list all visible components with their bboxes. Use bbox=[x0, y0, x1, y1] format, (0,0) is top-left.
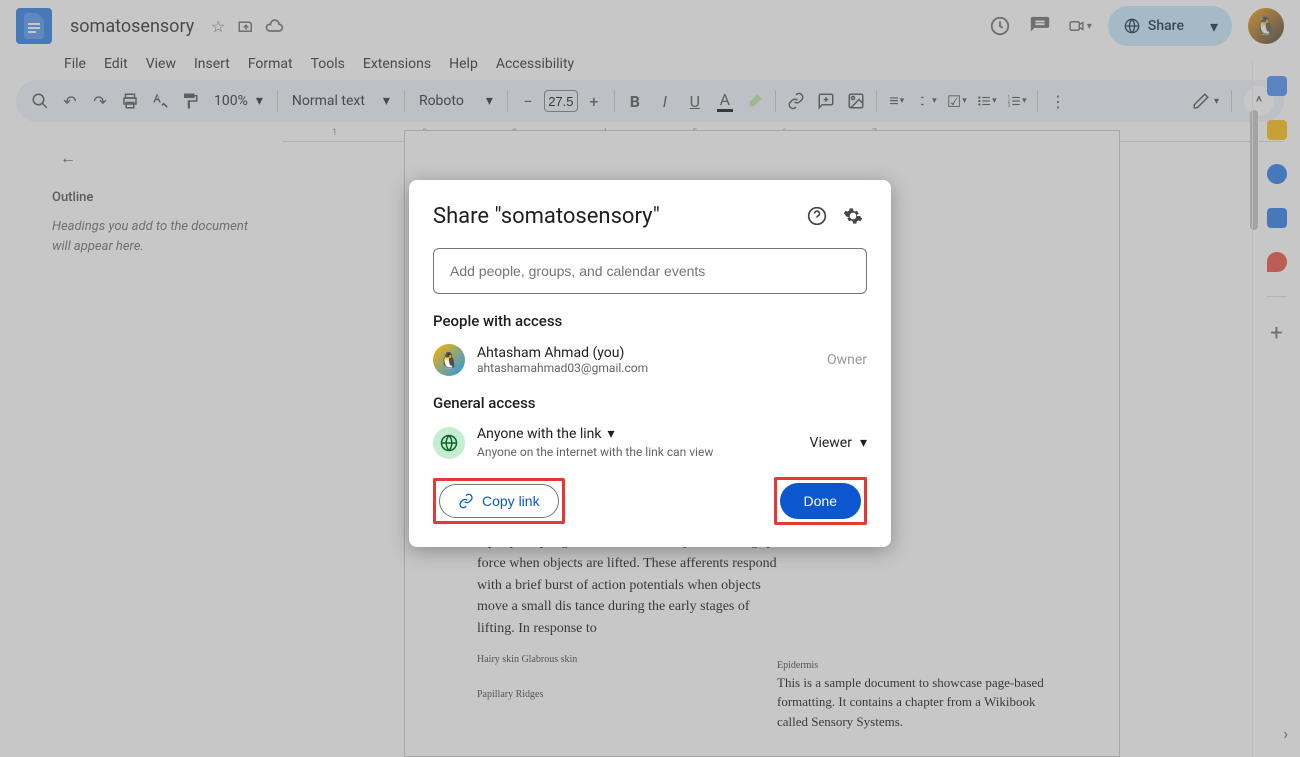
general-access-title: General access bbox=[433, 394, 867, 412]
done-highlight: Done bbox=[774, 477, 867, 525]
help-icon[interactable] bbox=[803, 202, 831, 230]
people-access-title: People with access bbox=[433, 312, 867, 330]
permission-label: Viewer bbox=[810, 435, 852, 451]
done-button[interactable]: Done bbox=[780, 483, 861, 519]
modal-overlay[interactable]: Share "somatosensory" People with access… bbox=[0, 0, 1300, 757]
share-dialog: Share "somatosensory" People with access… bbox=[409, 180, 891, 547]
permission-dropdown[interactable]: Viewer ▾ bbox=[810, 435, 867, 451]
general-access-row: Anyone with the link ▾ Anyone on the inte… bbox=[433, 426, 867, 459]
link-icon bbox=[458, 493, 474, 509]
dropdown-icon: ▾ bbox=[860, 435, 867, 451]
add-people-input[interactable] bbox=[433, 248, 867, 294]
gear-icon[interactable] bbox=[839, 202, 867, 230]
access-type-dropdown[interactable]: Anyone with the link ▾ bbox=[477, 426, 713, 442]
copy-link-highlight: Copy link bbox=[433, 478, 565, 524]
access-description: Anyone on the internet with the link can… bbox=[477, 445, 713, 459]
copy-link-label: Copy link bbox=[482, 493, 540, 509]
person-name: Ahtasham Ahmad (you) bbox=[477, 345, 648, 361]
person-avatar: 🐧 bbox=[433, 344, 465, 376]
person-email: ahtashamahmad03@gmail.com bbox=[477, 361, 648, 375]
share-dialog-title: Share "somatosensory" bbox=[433, 204, 795, 229]
person-row: 🐧 Ahtasham Ahmad (you) ahtashamahmad03@g… bbox=[433, 344, 867, 376]
dropdown-icon: ▾ bbox=[608, 426, 615, 442]
person-role: Owner bbox=[827, 352, 867, 368]
access-type-label: Anyone with the link bbox=[477, 426, 602, 442]
copy-link-button[interactable]: Copy link bbox=[439, 484, 559, 518]
globe-icon bbox=[433, 427, 465, 459]
